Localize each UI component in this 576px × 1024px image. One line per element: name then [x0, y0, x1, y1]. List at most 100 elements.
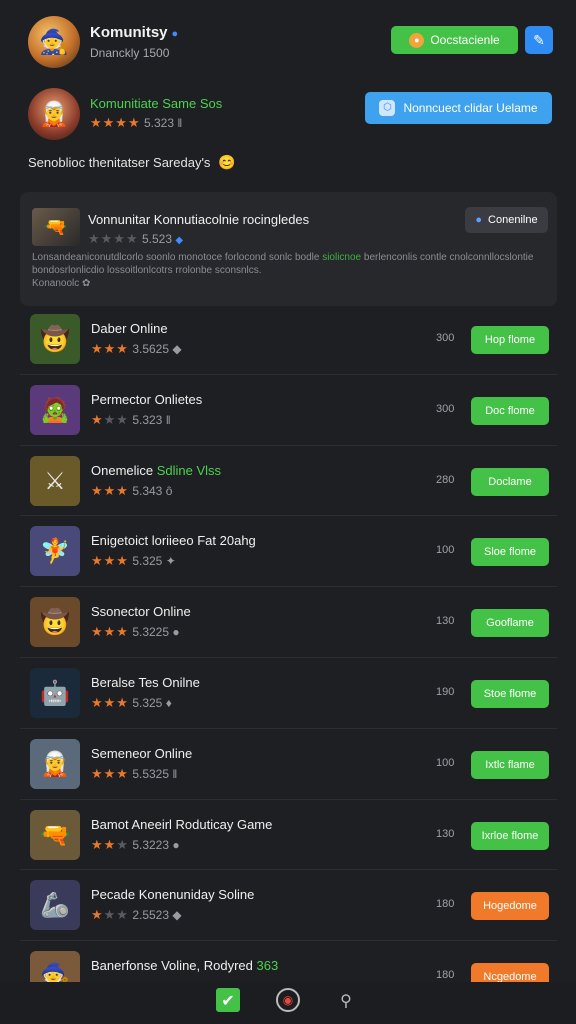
game-thumbnail[interactable]: 🧝	[30, 738, 80, 789]
card-rating: ★★★★ 5.523 ◆	[88, 232, 183, 247]
game-thumbnail[interactable]: 🤠	[30, 314, 80, 364]
star-rating-icon: ★★★	[91, 412, 129, 428]
community-subtitle: Dnanckly 1500	[90, 46, 170, 60]
play-button[interactable]: Hogedome	[471, 892, 549, 921]
play-button[interactable]: Doclame	[471, 467, 549, 496]
game-thumbnail[interactable]: 🧚	[30, 526, 80, 577]
card-description-highlight: siolicnoe	[322, 252, 362, 263]
badge-icon: ●	[172, 625, 180, 640]
star-rating-icon: ★★★	[91, 625, 129, 641]
badge-icon: ✦	[165, 554, 176, 569]
profile-nav-icon[interactable]: ⚲	[334, 988, 358, 1012]
paw-icon: ✿	[82, 278, 91, 289]
game-rating: ★★★ 2.5523 ◆	[91, 908, 182, 924]
game-thumbnail[interactable]: 🤠	[30, 597, 80, 648]
card-description-text-1: Lonsandeaniconutdlcorlo soonlo monotoce …	[32, 252, 323, 263]
home-nav-icon[interactable]: ✔	[216, 988, 240, 1012]
star-rating-icon: ★★★★	[90, 116, 141, 131]
list-item[interactable]: 🧚 Enigetoict loriieeo Fat 20ahg ★★★ 5.32…	[20, 516, 557, 588]
player-count: 180	[436, 898, 455, 911]
card-connect-label: Conenilne	[488, 214, 538, 226]
game-thumbnail[interactable]: 🤖	[30, 667, 80, 718]
list-item[interactable]: 🔫 Bamot Aneeirl Roduticay Game ★★★ 5.322…	[20, 800, 557, 871]
game-name: Ssonector Online	[91, 604, 191, 620]
play-button[interactable]: Ixtlc flame	[471, 750, 549, 779]
game-thumbnail[interactable]: 🔫	[30, 809, 80, 860]
player-count: 300	[436, 332, 455, 344]
bottom-navigation: ✔ ◉ ⚲	[0, 982, 576, 1024]
list-item[interactable]: 🤠 Daber Online ★★★ 3.5625 ◆ 300 Hop flom…	[20, 304, 557, 375]
featured-join-button[interactable]: ⬡ Nonncuect clidar Uelame	[365, 92, 552, 124]
list-item[interactable]: 🤠 Ssonector Online ★★★ 5.3225 ● 130 Goof…	[20, 587, 557, 658]
game-name: Semeneor Online	[91, 745, 193, 761]
header-action-button[interactable]: ● Oocstacienle	[391, 26, 518, 54]
game-name: Enigetoict loriieeo Fat 20ahg	[91, 533, 256, 549]
game-name: Pecade Konenuniday Soline	[91, 887, 255, 903]
info-card: 🔫 Vonnunitar Konnutiacolnie rocingledes …	[20, 192, 557, 306]
play-button[interactable]: Stoe flome	[471, 679, 549, 708]
game-rating: ★★★ 5.5325 ǁ	[91, 766, 178, 782]
game-name: Beralse Tes Onilne	[91, 674, 200, 690]
play-button[interactable]: Hop flome	[471, 326, 549, 354]
list-item[interactable]: 🧟 Permector Onlietes ★★★ 5.323 ǁ 300 Doc…	[20, 375, 557, 446]
cube-icon: ⬡	[379, 100, 396, 116]
game-thumbnail[interactable]: 🦾	[30, 880, 80, 931]
player-count: 100	[436, 756, 455, 769]
status-text: Senoblioc thenitatser Sareday's	[28, 155, 211, 170]
game-icon: ⚔	[44, 466, 66, 495]
game-thumbnail[interactable]: ⚔	[30, 455, 80, 506]
pencil-icon: ✎	[533, 31, 545, 48]
featured-join-label: Nonncuect clidar Uelame	[403, 101, 538, 115]
featured-avatar[interactable]: 🧝	[28, 88, 80, 140]
profile-avatar[interactable]: 🧙	[28, 16, 80, 68]
game-name: Banerfonse Voline, Rodyred 363	[91, 958, 279, 974]
game-thumbnail[interactable]: 🧟	[30, 384, 80, 435]
shield-icon: ◆	[175, 235, 184, 246]
game-rating: ★★★ 5.325 ♦	[91, 695, 172, 711]
profile-header: 🧙 Komunitsy ● Dnanckly 1500 ● Oocstacienl…	[28, 16, 554, 72]
game-rating: ★★★ 5.343 ô	[91, 483, 173, 499]
game-icon: 🤖	[40, 678, 70, 707]
star-rating-icon: ★★★	[91, 837, 129, 853]
game-rating: ★★★ 5.3223 ●	[91, 837, 180, 853]
gun-icon: 🔫	[44, 216, 68, 237]
game-icon: 🦾	[40, 891, 70, 920]
game-nav-icon[interactable]: ◉	[276, 988, 300, 1012]
game-icon: 🧟	[40, 395, 70, 424]
card-thumbnail[interactable]: 🔫	[32, 208, 80, 246]
card-connect-button[interactable]: ● Conenilne	[465, 207, 548, 233]
game-icon: 🔫	[40, 820, 70, 849]
badge-icon: ◆	[172, 342, 182, 356]
player-count: 300	[436, 402, 455, 415]
player-count: 100	[436, 544, 455, 557]
list-item[interactable]: 🦾 Pecade Konenuniday Soline ★★★ 2.5523 ◆…	[20, 870, 557, 942]
game-rating: ★★★ 5.3225 ●	[91, 625, 180, 641]
star-rating-icon: ★★★	[91, 483, 129, 499]
edit-button[interactable]: ✎	[525, 26, 553, 54]
list-item[interactable]: 🤖 Beralse Tes Onilne ★★★ 5.325 ♦ 190 Sto…	[20, 658, 557, 729]
play-button[interactable]: Ixrloe flome	[471, 821, 549, 850]
play-button[interactable]: Sloe flome	[471, 538, 549, 567]
game-name: Bamot Aneeirl Roduticay Game	[91, 816, 273, 832]
featured-game-name[interactable]: Komunitiate Same Sos	[90, 96, 222, 111]
player-count: 130	[436, 827, 455, 840]
play-button[interactable]: Gooflame	[471, 609, 549, 638]
card-footer-text: Konanoolc	[32, 278, 80, 289]
game-name: Onemelice Sdline Vlss	[91, 462, 222, 478]
status-line: Senoblioc thenitatser Sareday's 😊	[28, 154, 236, 171]
game-rating: ★★★ 3.5625 ◆	[91, 342, 182, 357]
badge-icon: ●	[172, 837, 180, 852]
coin-icon: ●	[409, 32, 425, 48]
player-count: 180	[436, 969, 455, 982]
list-item[interactable]: ⚔ Onemelice Sdline Vlss ★★★ 5.343 ô 280 …	[20, 446, 557, 517]
list-item[interactable]: 🧝 Semeneor Online ★★★ 5.5325 ǁ 100 Ixtlc…	[20, 729, 557, 800]
star-rating-icon: ★★★	[91, 695, 129, 711]
game-icon: 🧝	[40, 749, 70, 778]
card-rating-value: 5.523	[141, 232, 172, 246]
star-rating-icon: ★★★	[91, 342, 129, 357]
info-icon: ǁ	[177, 116, 183, 130]
featured-avatar-icon: 🧝	[39, 100, 69, 128]
featured-rating: ★★★★ 5.323 ǁ	[90, 116, 182, 131]
play-button[interactable]: Doc flome	[471, 396, 549, 425]
game-icon: 🤠	[40, 325, 70, 353]
